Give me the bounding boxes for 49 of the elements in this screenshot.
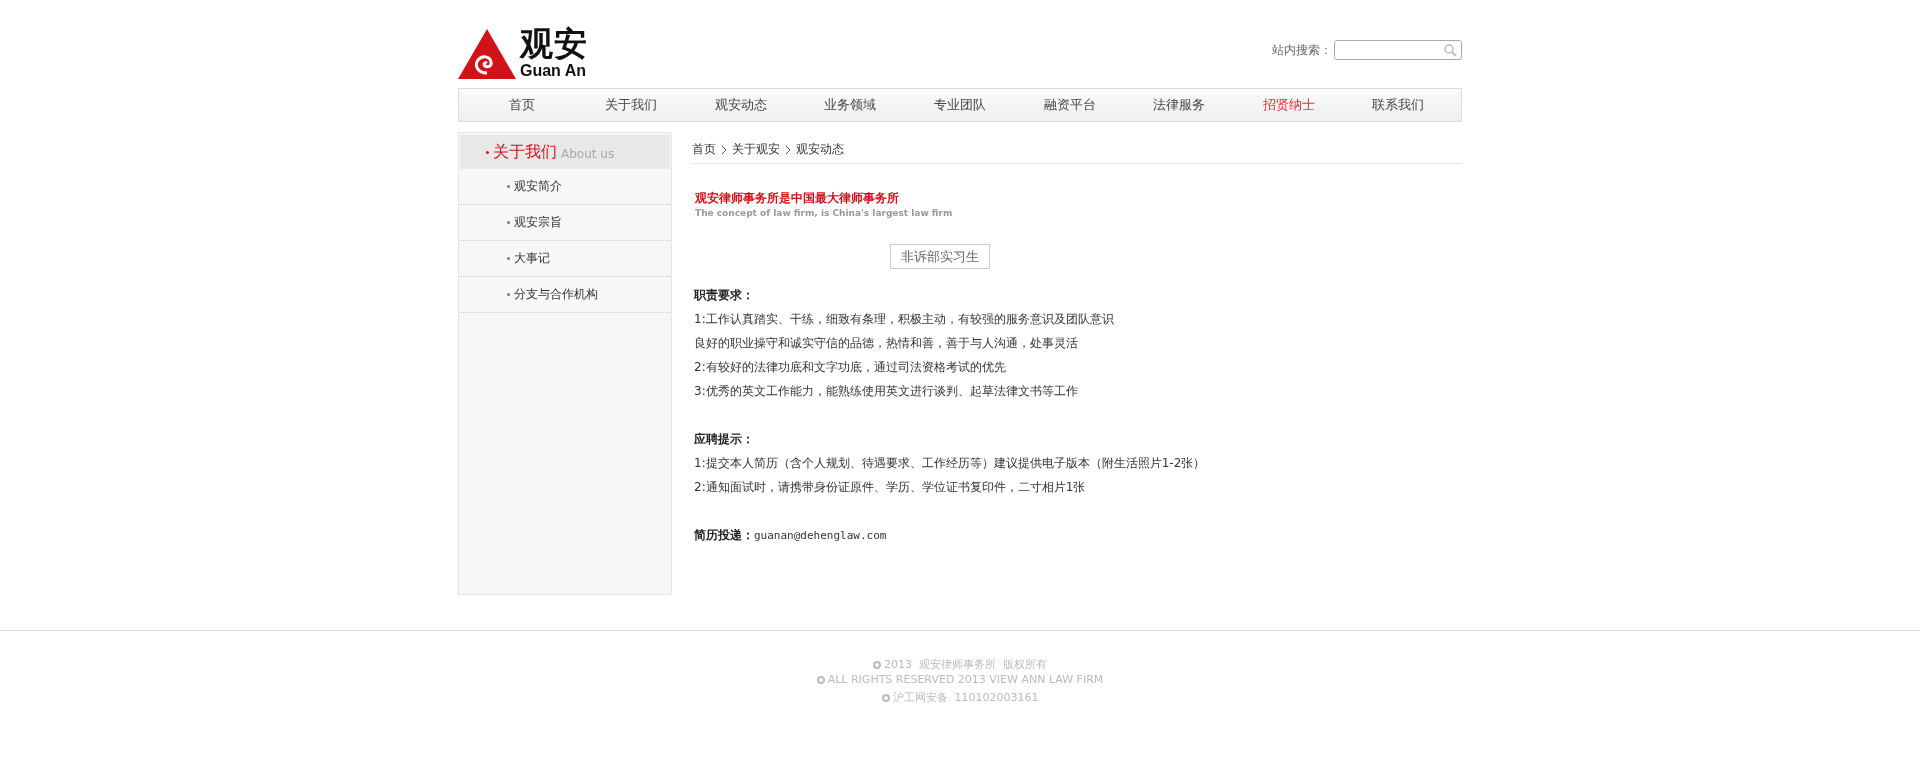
sidebar-link[interactable]: 观安宗旨 [514,214,562,231]
footer-text: 2013 观安律师事务所 版权所有 [884,657,1047,672]
nav-link[interactable]: 法律服务 [1124,89,1234,121]
banner-title: 观安律师事务所是中国最大律师事务所 [694,190,900,207]
contact-label: 简历投递： [694,527,754,544]
search-field[interactable] [1334,40,1462,60]
search-icon[interactable] [1444,43,1457,57]
nav-link[interactable]: 首页 [467,89,577,121]
section-heading: 应聘提示： [694,431,755,448]
breadcrumb-link[interactable]: 首页 [692,141,716,158]
nav-link[interactable]: 融资平台 [1014,89,1125,121]
requirement-text: 2:通知面试时，请携带身份证原件、学历、学位证书复印件，二寸相片1张 [694,479,1087,496]
nav-link[interactable]: 联系我们 [1343,89,1454,121]
logo-icon [458,29,516,79]
search-label: 站内搜索： [1272,41,1332,59]
nav-link[interactable]: 关于我们 [576,89,687,121]
section-heading: 职责要求： [694,287,755,304]
circle-icon [881,693,890,702]
bullet-icon [507,221,510,224]
email-link[interactable]: guanan@dehenglaw.com [754,524,887,548]
nav-link[interactable]: 招贤纳士 [1233,89,1344,121]
logo-latin-name: Guan An [520,63,588,79]
banner-subtitle: The concept of law firm, is China's largest law firm [694,208,954,218]
requirement-text: 1:工作认真踏实、干练，细致有条理，积极主动，有较强的服务意识及团队意识 [694,311,1115,328]
logo-name: 观安 [520,27,588,60]
circle-icon [873,660,881,669]
nav-link[interactable]: 观安动态 [686,89,796,121]
position-button[interactable]: 非诉部实习生 [890,244,990,269]
sidebar-link[interactable]: 大事记 [514,250,550,267]
bullet-icon [486,150,489,154]
requirement-text: 2:有较好的法律功底和文字功底，通过司法资格考试的优先 [694,359,1007,376]
footer-text: ALL RIGHTS RESERVED 2013 VIEW ANN LAW FIRM [827,672,1104,687]
chevron-right-icon [785,144,791,155]
sidebar-subtitle: About us [561,146,615,161]
sidebar-title: 关于我们 [493,141,557,163]
circle-icon [816,675,825,684]
requirement-text: 1:提交本人简历（含个人规划、待遇要求、工作经历等）建议提供电子版本（附生活照片1-2张） [694,455,1207,472]
sidebar-link[interactable]: 分支与合作机构 [514,286,598,303]
bullet-icon [507,293,510,296]
nav-link[interactable]: 业务领域 [795,89,906,121]
requirement-text: 3:优秀的英文工作能力，能熟练使用英文进行谈判、起草法律文书等工作 [694,383,1079,400]
breadcrumb-link[interactable]: 观安动态 [796,141,844,158]
bullet-icon [507,257,510,260]
nav-link[interactable]: 专业团队 [905,89,1015,121]
sidebar-link[interactable]: 观安简介 [514,178,562,195]
requirement-text: 良好的职业操守和诚实守信的品德，热情和善，善于与人沟通，处事灵活 [694,335,1079,352]
breadcrumb-link[interactable]: 关于观安 [732,141,780,158]
chevron-right-icon [721,144,727,155]
bullet-icon [507,185,510,188]
